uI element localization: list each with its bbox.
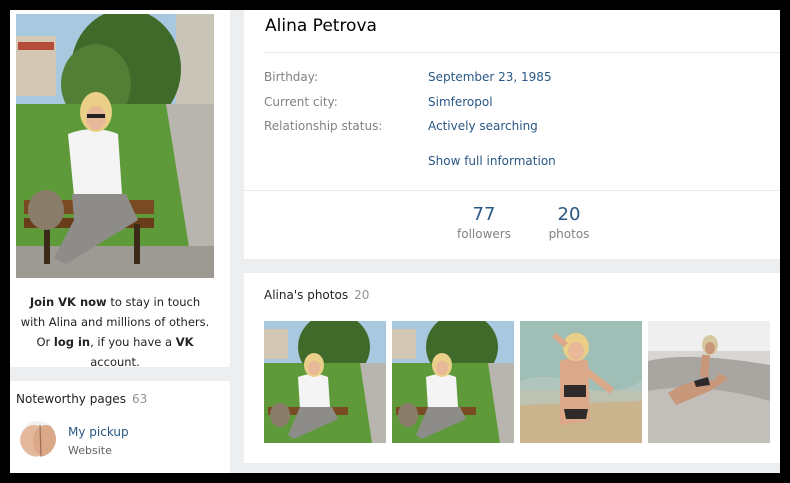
- divider: [265, 52, 780, 53]
- profile-photo-card: Join VK now to stay in touch with Alina …: [10, 10, 230, 369]
- join-or: Or: [36, 335, 54, 349]
- photo-thumbnail[interactable]: [648, 321, 770, 443]
- field-value-birthday[interactable]: September 23, 1985: [428, 70, 552, 84]
- photo-thumbnail[interactable]: [264, 321, 386, 443]
- followers-count: 77: [472, 204, 496, 225]
- photos-label: photos: [548, 227, 590, 241]
- field-label-relationship: Relationship status:: [264, 119, 383, 133]
- field-value-relationship[interactable]: Actively searching: [428, 119, 538, 133]
- noteworthy-title-text: Noteworthy pages: [16, 392, 126, 406]
- page-frame: Join VK now to stay in touch with Alina …: [10, 10, 780, 473]
- field-label-city: Current city:: [264, 95, 338, 109]
- page-title: Alina Petrova: [265, 16, 377, 36]
- photos-card: Alina's photos 20: [244, 273, 780, 463]
- join-vk-link[interactable]: Join VK now: [30, 295, 107, 309]
- noteworthy-item-name[interactable]: My pickup: [68, 425, 129, 439]
- photos-title-text: Alina's photos: [264, 288, 349, 302]
- join-text-3: account.: [90, 355, 140, 369]
- photos-counter[interactable]: 20 photos: [537, 204, 601, 242]
- photo-thumbnail[interactable]: [520, 321, 642, 443]
- photo-thumbnail[interactable]: [392, 321, 514, 443]
- vk-label: VK: [175, 335, 194, 349]
- noteworthy-count: 63: [131, 392, 148, 406]
- field-value-city[interactable]: Simferopol: [428, 95, 493, 109]
- photos-title-count: 20: [354, 288, 370, 302]
- noteworthy-item-type: Website: [68, 444, 112, 457]
- join-prompt: Join VK now to stay in touch with Alina …: [16, 292, 214, 372]
- noteworthy-item-avatar[interactable]: [20, 421, 56, 457]
- followers-counter[interactable]: 77 followers: [454, 204, 514, 242]
- field-label-birthday: Birthday:: [264, 70, 319, 84]
- divider: [244, 190, 780, 191]
- profile-photo[interactable]: [16, 14, 214, 278]
- show-full-info-link[interactable]: Show full information: [428, 154, 556, 168]
- noteworthy-pages-card: Noteworthy pages 63 My pickup Website: [10, 381, 230, 473]
- login-link[interactable]: log in: [54, 335, 90, 349]
- profile-info-card: Alina Petrova Birthday: September 23, 19…: [244, 10, 780, 259]
- photos-section-title[interactable]: Alina's photos 20: [264, 288, 369, 302]
- photos-count: 20: [557, 204, 581, 225]
- followers-label: followers: [457, 227, 511, 241]
- join-text-2: , if you have a: [90, 335, 176, 349]
- noteworthy-title[interactable]: Noteworthy pages 63: [16, 392, 147, 406]
